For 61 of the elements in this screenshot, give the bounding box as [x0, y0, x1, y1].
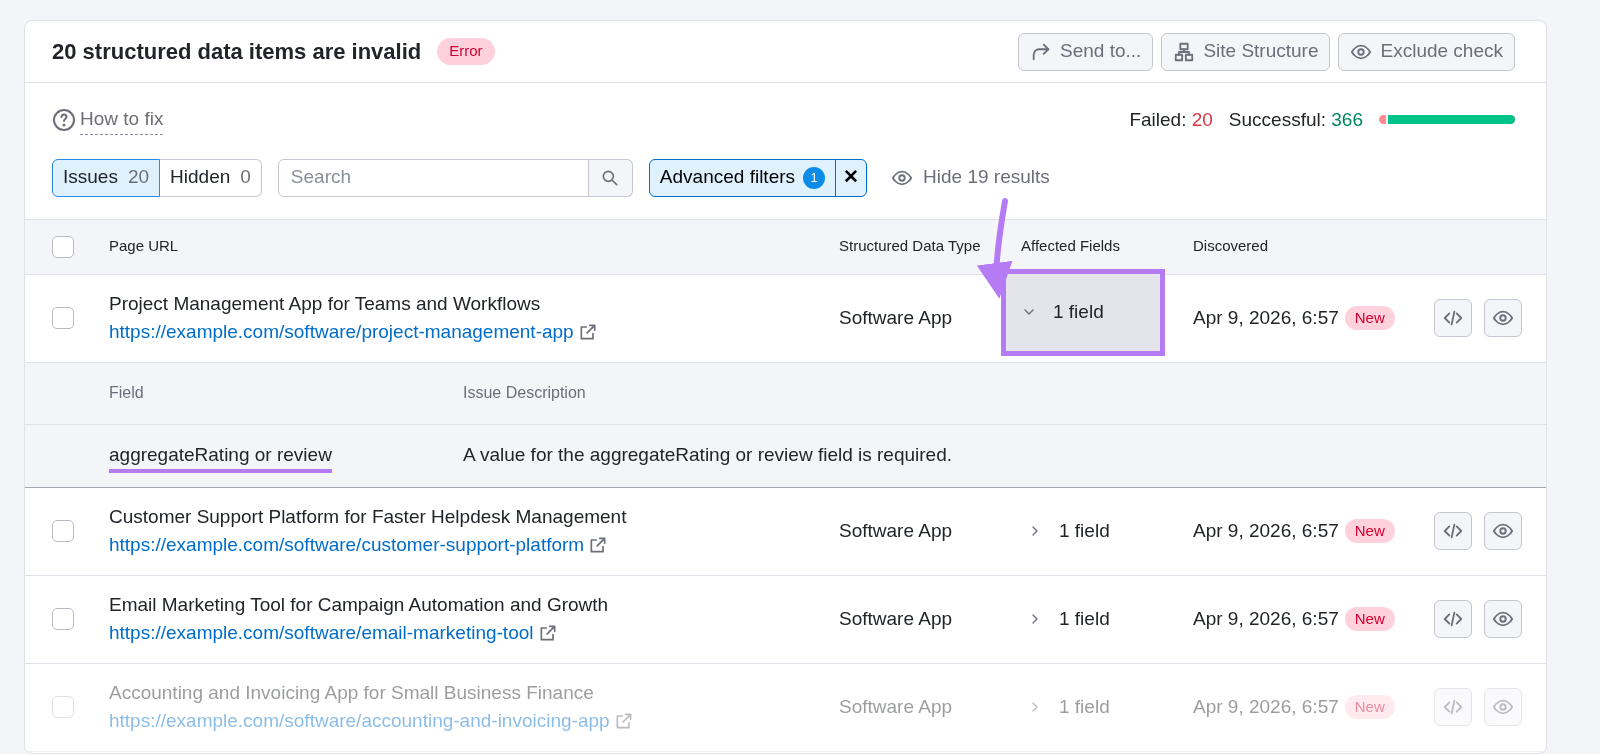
discovered-date: Apr 9, 2026, 6:57: [1193, 518, 1339, 543]
new-badge: New: [1344, 305, 1395, 331]
column-header: Structured Data Type: [839, 237, 981, 255]
page-title: Customer Support Platform for Faster Helpdesk Management: [109, 504, 628, 529]
data-type-cell: Software App: [839, 607, 953, 629]
expand-toggle[interactable]: 1 field: [1021, 297, 1104, 327]
data-type-cell: Software App: [839, 519, 953, 541]
expand-toggle[interactable]: 1 field: [1027, 516, 1110, 546]
header-button[interactable]: Site Structure: [1161, 32, 1331, 71]
column-header: Page URL: [109, 237, 179, 255]
expand-toggle[interactable]: 1 field: [1027, 692, 1110, 722]
discovered-date: Apr 9, 2026, 6:57: [1193, 694, 1339, 719]
row-checkbox[interactable]: [52, 608, 74, 630]
help-icon: [52, 107, 76, 132]
column-header: Field: [109, 384, 144, 401]
new-badge: New: [1344, 518, 1395, 544]
code-button[interactable]: [1434, 512, 1472, 550]
failed-count: Failed: 20: [1129, 107, 1213, 132]
search-field[interactable]: Search: [277, 158, 589, 197]
clear-filters-button[interactable]: ✕: [835, 158, 868, 197]
row-checkbox[interactable]: [52, 696, 74, 718]
column-header: Discovered: [1193, 237, 1269, 255]
new-badge: New: [1344, 606, 1395, 632]
card-title: 20 structured data items are invalid: [52, 38, 422, 66]
page-url-link[interactable]: https://example.com/software/customer-support-platform: [109, 531, 585, 560]
expand-toggle[interactable]: 1 field: [1027, 604, 1110, 634]
external-link-icon[interactable]: [588, 535, 609, 556]
column-header: Issue Description: [463, 384, 586, 401]
discovered-date: Apr 9, 2026, 6:57: [1193, 305, 1339, 330]
page-title: Accounting and Invoicing App for Small Business Finance: [109, 680, 595, 705]
page-title: Project Management App for Teams and Workflows: [109, 291, 542, 316]
page-url-link[interactable]: https://example.com/software/email-marketing-tool: [109, 619, 534, 648]
filter-tab[interactable]: Hidden 0: [160, 158, 262, 197]
filter-count-badge: 1: [803, 166, 826, 189]
hide-results-button[interactable]: Hide 19 results: [891, 163, 1050, 192]
issue-description: A value for the aggregateRating or review field is required.: [463, 444, 952, 466]
preview-button[interactable]: [1484, 299, 1522, 337]
code-button[interactable]: [1434, 600, 1472, 638]
filter-tab[interactable]: Issues 20: [52, 158, 161, 197]
data-type-cell: Software App: [839, 306, 953, 328]
preview-button[interactable]: [1484, 600, 1522, 638]
help-link[interactable]: How to fix: [80, 105, 164, 135]
successful-count: Successful: 366: [1228, 107, 1363, 132]
hierarchy-icon: [1173, 40, 1196, 63]
header-button[interactable]: Send to...: [1018, 32, 1154, 71]
column-header: Affected Fields: [1021, 237, 1120, 255]
header-button[interactable]: Exclude check: [1338, 32, 1515, 71]
discovered-date: Apr 9, 2026, 6:57: [1193, 606, 1339, 631]
search-button[interactable]: [588, 158, 633, 197]
select-all-checkbox[interactable]: [52, 235, 74, 258]
row-checkbox[interactable]: [52, 520, 74, 542]
advanced-filters-button[interactable]: Advanced filters 1: [648, 158, 837, 197]
code-button[interactable]: [1434, 299, 1472, 337]
row-checkbox[interactable]: [52, 307, 74, 329]
data-type-cell: Software App: [839, 695, 953, 717]
status-badge: Error: [437, 38, 495, 65]
preview-button[interactable]: [1484, 512, 1522, 550]
page-url-link[interactable]: https://example.com/software/project-management-app: [109, 318, 574, 347]
page-title: Email Marketing Tool for Campaign Automation and Growth: [109, 592, 610, 617]
field-name: aggregateRating or review: [109, 444, 332, 474]
new-badge: New: [1344, 694, 1395, 720]
